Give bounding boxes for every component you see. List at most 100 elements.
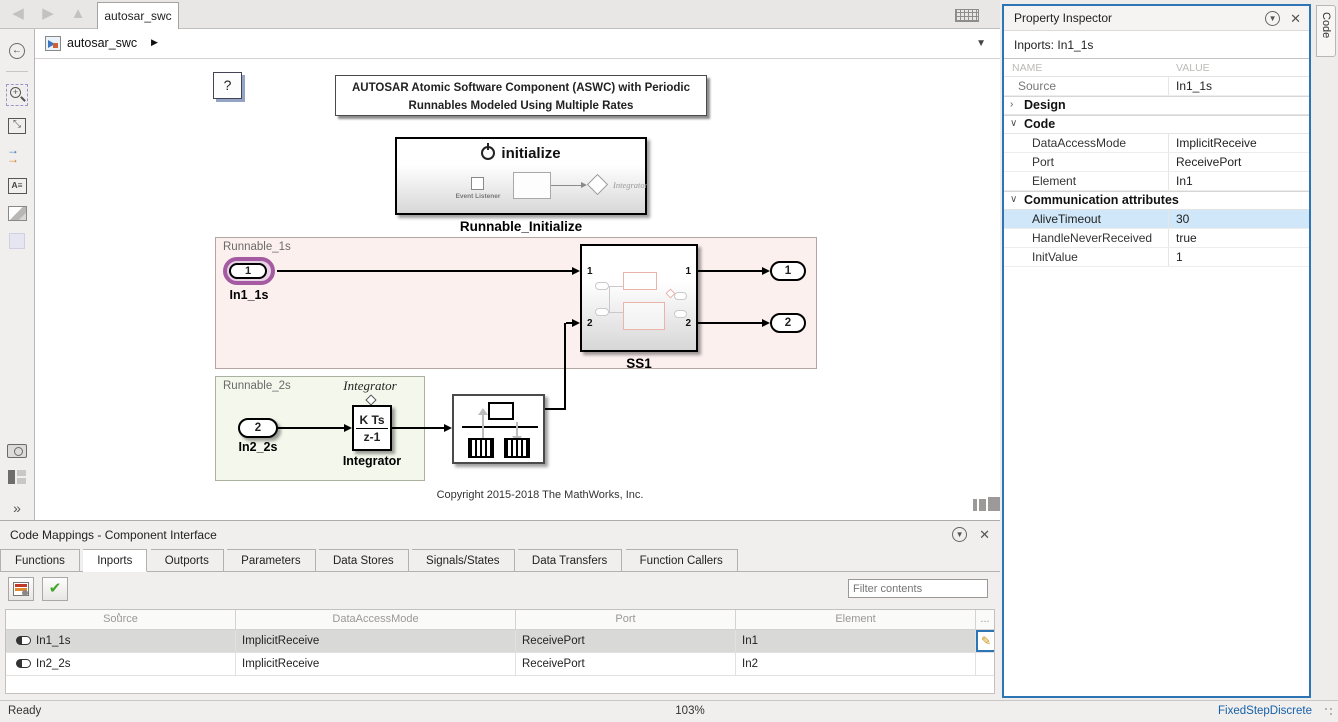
pi-context-label: Inports: In1_1s xyxy=(1014,38,1093,52)
tab-outports[interactable]: Outports xyxy=(151,549,224,572)
init-diamond xyxy=(587,174,608,195)
table-row-in1-1s[interactable]: In1_1s ImplicitReceive ReceivePort In1 ✎ xyxy=(6,630,994,653)
pi-row-dataaccessmode[interactable]: DataAccessMode ImplicitReceive xyxy=(1004,134,1309,153)
property-inspector-panel: Property Inspector ▼ ✕ Inports: In1_1s N… xyxy=(1002,4,1311,698)
tab-inports[interactable]: Inports xyxy=(83,549,147,572)
integrator-label: Integrator xyxy=(322,454,422,468)
inport-in2-2s-block[interactable]: 2 xyxy=(238,418,278,438)
status-zoom-level: 103% xyxy=(0,705,1338,717)
tab-data-stores[interactable]: Data Stores xyxy=(319,549,409,572)
property-inspector-title: Property Inspector xyxy=(1014,11,1112,25)
sort-asc-icon: ˄ xyxy=(117,606,122,625)
validate-mappings-button[interactable]: ✔ xyxy=(42,577,68,601)
ss1-label: SS1 xyxy=(580,356,698,371)
pi-section-design[interactable]: › Design xyxy=(1004,96,1309,115)
pi-row-handleneverreceived[interactable]: HandleNeverReceived true xyxy=(1004,229,1309,248)
pi-close-icon[interactable]: ✕ xyxy=(1290,11,1301,26)
column-dataaccessmode[interactable]: DataAccessMode xyxy=(236,610,516,629)
tab-signals-states[interactable]: Signals/States xyxy=(412,549,515,572)
tab-parameters[interactable]: Parameters xyxy=(227,549,315,572)
screenshot-icon[interactable] xyxy=(7,444,27,458)
chevron-right-icon: › xyxy=(1010,99,1013,110)
code-mappings-title: Code Mappings - Component Interface xyxy=(10,528,217,542)
runnable-initialize-block[interactable]: initialize Event Listener Integrator xyxy=(395,137,647,215)
inports-mapping-table: ˄Source DataAccessMode Port Element ... … xyxy=(5,609,995,694)
up-arrow-icon[interactable]: ▲ xyxy=(66,4,90,24)
runnable-2s-area-label: Runnable_2s xyxy=(223,380,291,392)
runnable-1s-area[interactable]: Runnable_1s xyxy=(215,237,817,369)
canvas-corner-grip-icon[interactable] xyxy=(973,497,1000,511)
update-mappings-button[interactable] xyxy=(8,577,34,601)
inport-in2-2s-label: In2_2s xyxy=(230,440,286,454)
outport-2-block[interactable]: 2 xyxy=(770,313,806,333)
help-block[interactable]: ? xyxy=(213,72,242,99)
expand-palette-icon[interactable]: » xyxy=(13,500,21,516)
pi-grid-header: NAME VALUE xyxy=(1004,59,1309,77)
inport-in1-1s-label: In1_1s xyxy=(217,288,281,302)
pi-row-source[interactable]: Source In1_1s xyxy=(1004,77,1309,96)
edit-pencil-icon[interactable]: ✎ xyxy=(976,630,994,652)
close-panel-icon[interactable]: ✕ xyxy=(979,527,990,542)
resize-grip-icon[interactable] xyxy=(1324,707,1334,717)
forward-arrow-icon[interactable]: ▶ xyxy=(36,4,60,24)
table-header-row: ˄Source DataAccessMode Port Element ... xyxy=(6,610,994,630)
breadcrumb: autosar_swc ▶ ▼ xyxy=(35,29,1000,59)
model-canvas[interactable]: ? AUTOSAR Atomic Software Component (ASW… xyxy=(35,59,1000,520)
title-annotation[interactable]: AUTOSAR Atomic Software Component (ASWC)… xyxy=(335,75,707,116)
fit-to-view-icon[interactable] xyxy=(8,118,26,134)
zoom-tool-icon[interactable]: + xyxy=(6,84,28,106)
hide-browser-icon[interactable]: ← xyxy=(9,43,25,59)
inport-in1-1s-block[interactable]: 1 xyxy=(223,257,275,285)
breadcrumb-dropdown-icon[interactable]: ▼ xyxy=(976,38,986,49)
outport-1-block[interactable]: 1 xyxy=(770,261,806,281)
minimize-panel-icon[interactable]: ▼ xyxy=(952,527,967,542)
back-arrow-icon[interactable]: ◀ xyxy=(6,4,30,24)
power-icon xyxy=(481,146,495,160)
inport-icon xyxy=(16,636,31,645)
breadcrumb-model-name[interactable]: autosar_swc xyxy=(67,36,137,50)
pi-row-port[interactable]: Port ReceivePort xyxy=(1004,153,1309,172)
chevron-down-icon: ∨ xyxy=(1010,194,1017,205)
area-icon[interactable] xyxy=(9,233,25,249)
init-subsystem-preview xyxy=(513,172,551,199)
pi-minimize-icon[interactable]: ▼ xyxy=(1265,11,1280,26)
chevron-down-icon: ∨ xyxy=(1010,118,1017,129)
image-icon[interactable] xyxy=(8,206,27,221)
copyright-annotation: Copyright 2015-2018 The MathWorks, Inc. xyxy=(365,489,715,501)
runnable-initialize-label: Runnable_Initialize xyxy=(395,219,647,234)
keyboard-icon[interactable] xyxy=(955,9,979,22)
tab-autosar-swc[interactable]: autosar_swc xyxy=(97,2,179,29)
code-mappings-tab-strip: Functions Inports Outports Parameters Da… xyxy=(0,549,1000,572)
rate-transition-block[interactable] xyxy=(452,394,545,464)
column-element[interactable]: Element xyxy=(736,610,976,629)
integrator-annotation: Integrator xyxy=(325,378,415,394)
filter-contents-input[interactable] xyxy=(848,579,988,598)
pi-section-communication-attributes[interactable]: ∨ Communication attributes xyxy=(1004,191,1309,210)
column-port[interactable]: Port xyxy=(516,610,736,629)
pi-section-code[interactable]: ∨ Code xyxy=(1004,115,1309,134)
init-diamond-label: Integrator xyxy=(613,180,648,190)
signal-routing-icon[interactable]: →→ xyxy=(7,146,27,166)
integrator-block[interactable]: K Ts z-1 xyxy=(352,405,392,451)
solver-link[interactable]: FixedStepDiscrete xyxy=(1218,705,1312,717)
document-tab-bar: ◀ ▶ ▲ autosar_swc xyxy=(0,0,1000,29)
pi-row-element[interactable]: Element In1 xyxy=(1004,172,1309,191)
tab-data-transfers[interactable]: Data Transfers xyxy=(518,549,622,572)
ss1-subsystem-block[interactable]: 1 2 1 2 xyxy=(580,244,698,352)
check-icon: ✔ xyxy=(43,578,67,600)
table-row-in2-2s[interactable]: In2_2s ImplicitReceive ReceivePort In2 xyxy=(6,653,994,676)
model-data-icon[interactable] xyxy=(8,470,26,486)
mapping-table-icon xyxy=(13,582,29,596)
model-icon xyxy=(45,36,61,51)
code-side-tab[interactable]: Code xyxy=(1316,5,1336,57)
annotation-icon[interactable]: A≡ xyxy=(8,178,27,194)
column-source[interactable]: ˄Source xyxy=(6,610,236,629)
simulink-window: ◀ ▶ ▲ autosar_swc ← + →→ A≡ » autosar_sw… xyxy=(0,0,1338,722)
breadcrumb-caret-icon[interactable]: ▶ xyxy=(151,37,158,48)
event-listener-label: Event Listener xyxy=(447,193,509,200)
pi-row-initvalue[interactable]: InitValue 1 xyxy=(1004,248,1309,267)
pi-row-alivetimeout[interactable]: AliveTimeout 30 xyxy=(1004,210,1309,229)
column-more[interactable]: ... xyxy=(976,610,994,629)
tab-function-callers[interactable]: Function Callers xyxy=(626,549,738,572)
tab-functions[interactable]: Functions xyxy=(0,549,80,572)
